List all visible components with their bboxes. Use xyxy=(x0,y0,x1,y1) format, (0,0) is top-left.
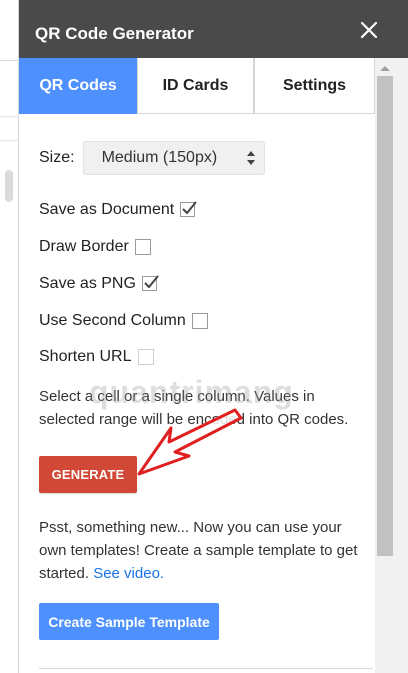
size-select[interactable]: Medium (150px) xyxy=(82,141,265,175)
option-label: Shorten URL xyxy=(39,348,132,365)
tab-id-cards[interactable]: ID Cards xyxy=(137,58,254,114)
panel-scrollbar[interactable] xyxy=(375,58,408,673)
option-label: Draw Border xyxy=(39,238,129,255)
generate-button[interactable]: GENERATE xyxy=(39,456,137,493)
watermark-text: quantrimang xyxy=(89,374,294,410)
panel-content: QR Codes ID Cards Settings Size: Medium … xyxy=(19,58,375,673)
scrollbar-thumb[interactable] xyxy=(377,76,393,556)
dialog-title: QR Code Generator xyxy=(35,24,194,43)
size-label: Size: xyxy=(39,149,75,166)
option-save-as-png[interactable]: Save as PNG xyxy=(39,274,159,294)
sheet-scroll-thumb[interactable] xyxy=(5,170,13,202)
sheet-gridline xyxy=(0,140,18,141)
divider xyxy=(39,668,373,669)
see-video-link[interactable]: See video. xyxy=(93,565,164,582)
tab-qr-codes[interactable]: QR Codes xyxy=(19,58,137,114)
option-shorten-url[interactable]: Shorten URL xyxy=(39,347,154,367)
option-save-as-document[interactable]: Save as Document xyxy=(39,200,197,220)
checkbox-unchecked-icon[interactable] xyxy=(134,239,151,255)
addon-sidebar: QR Code Generator QR Codes ID Cards Sett… xyxy=(18,0,408,673)
close-icon[interactable] xyxy=(360,21,387,48)
select-arrows-icon xyxy=(246,151,255,165)
tab-bar: QR Codes ID Cards Settings xyxy=(19,58,375,114)
size-row: Size: Medium (150px) xyxy=(39,141,265,175)
titlebar: QR Code Generator xyxy=(19,0,408,58)
promo-message: Psst, something new... Now you can use y… xyxy=(39,519,358,582)
create-sample-template-button[interactable]: Create Sample Template xyxy=(39,603,219,640)
checkbox-unchecked-icon[interactable] xyxy=(137,349,154,365)
scroll-up-arrow-icon[interactable] xyxy=(379,64,391,72)
promo-text: Psst, something new... Now you can use y… xyxy=(39,516,359,585)
sheet-gridline xyxy=(0,116,18,117)
spreadsheet-edge xyxy=(0,0,18,673)
option-draw-border[interactable]: Draw Border xyxy=(39,237,151,257)
option-label: Save as Document xyxy=(39,201,175,218)
checkbox-checked-icon[interactable] xyxy=(180,201,197,218)
sheet-gridline xyxy=(0,60,18,61)
option-label: Use Second Column xyxy=(39,312,186,329)
option-use-second-column[interactable]: Use Second Column xyxy=(39,311,208,331)
size-select-value: Medium (150px) xyxy=(101,149,218,166)
tab-settings[interactable]: Settings xyxy=(254,58,375,114)
option-label: Save as PNG xyxy=(39,275,136,292)
checkbox-checked-icon[interactable] xyxy=(141,275,159,292)
checkbox-unchecked-icon[interactable] xyxy=(191,313,208,329)
